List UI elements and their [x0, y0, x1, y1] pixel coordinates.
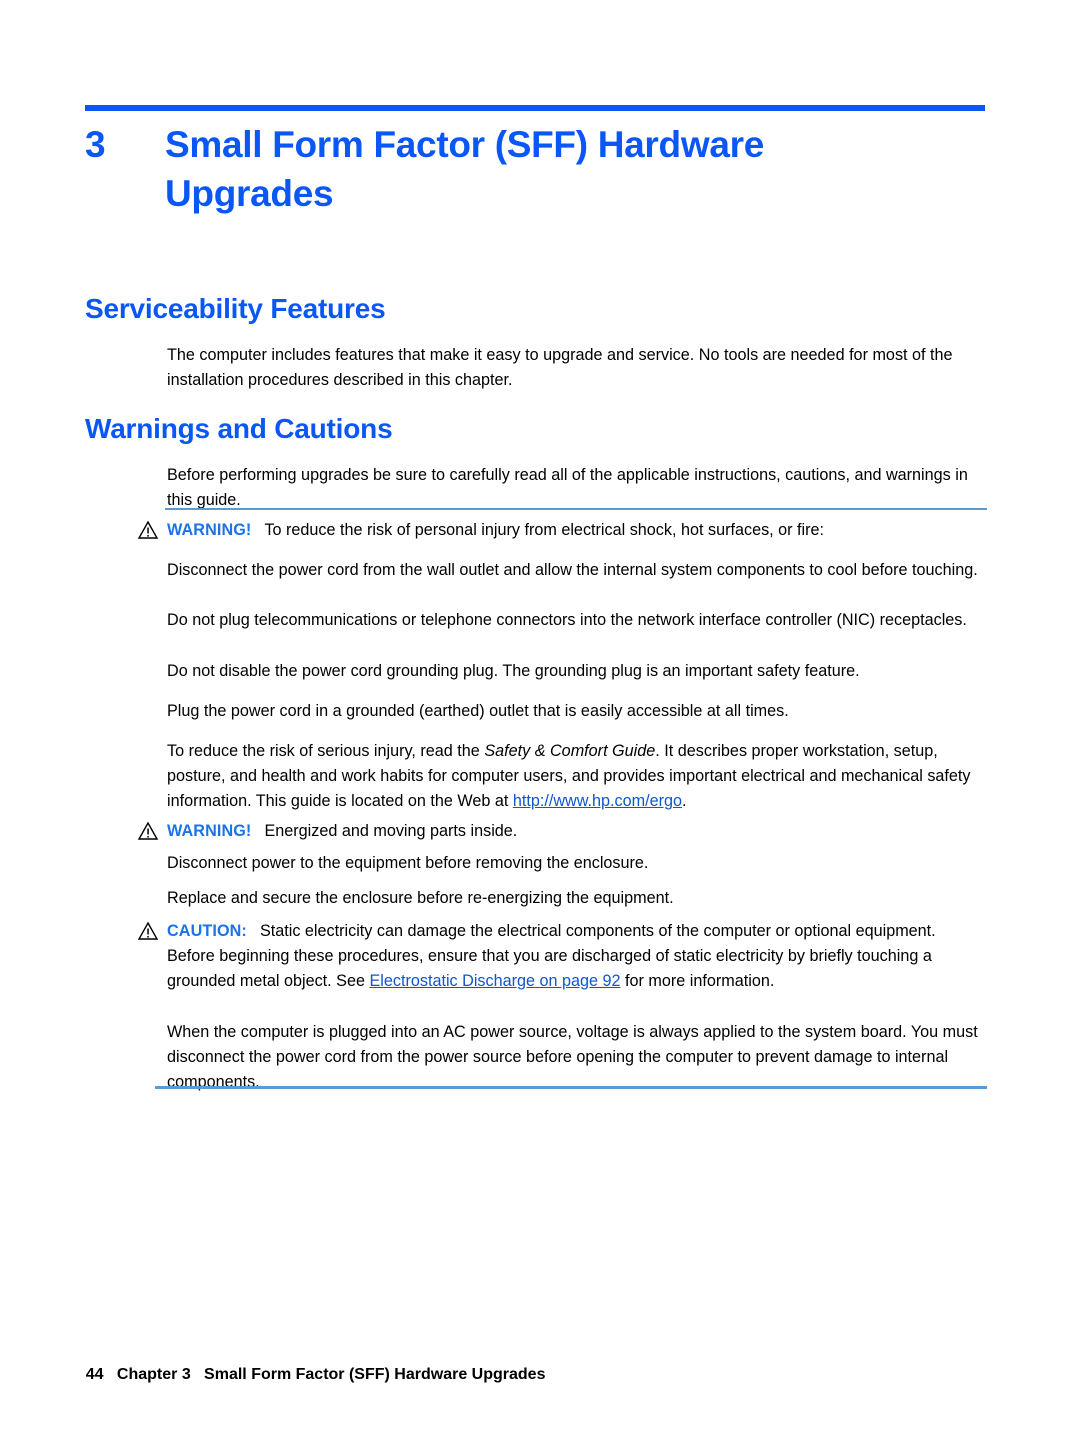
warning-2-lead: Energized and moving parts inside. — [264, 822, 518, 840]
warning-2-paragraph-1: Disconnect power to the equipment before… — [167, 854, 649, 872]
electrostatic-discharge-link[interactable]: Electrostatic Discharge on page 92 — [369, 972, 620, 990]
warning-2-label: WARNING! — [167, 822, 252, 840]
hp-ergo-link[interactable]: http://www.hp.com/ergo — [513, 792, 682, 810]
chapter-title: Small Form Factor (SFF) Hardware Upgrade… — [165, 124, 764, 214]
footer-chapter-text: Chapter 3 Small Form Factor (SFF) Hardwa… — [116, 1366, 546, 1383]
safety-guide-text-before: To reduce the risk of serious injury, re… — [167, 742, 485, 760]
warning-1-paragraph-3: Do not disable the power cord grounding … — [167, 662, 860, 680]
safety-comfort-guide-paragraph: To reduce the risk of serious injury, re… — [167, 739, 987, 814]
section-heading-serviceability: Serviceability Features — [85, 293, 386, 324]
chapter-heading: 3 Small Form Factor (SFF) Hardware Upgrad… — [85, 120, 995, 218]
chapter-number: 3 — [85, 124, 106, 165]
section-heading-warnings-and-cautions: Warnings and Cautions — [85, 413, 393, 444]
caution-triangle-icon — [137, 921, 159, 941]
warning-triangle-icon — [137, 520, 159, 540]
document-page: 3 Small Form Factor (SFF) Hardware Upgrad… — [0, 0, 1080, 1437]
chapter-divider-rule — [85, 105, 985, 111]
warnings-intro-paragraph: Before performing upgrades be sure to ca… — [167, 466, 968, 509]
caution-lead-after-link: for more information. — [620, 972, 775, 990]
warning-2-paragraph-2: Replace and secure the enclosure before … — [167, 889, 674, 907]
admonition-box-top-rule — [165, 508, 987, 510]
warning-1-label: WARNING! — [167, 521, 252, 539]
caution-text: CAUTION: Static electricity can damage th… — [167, 919, 987, 994]
warning-1-paragraph-4: Plug the power cord in a grounded (earth… — [167, 702, 789, 720]
warning-1-paragraph-1: Disconnect the power cord from the wall … — [167, 561, 978, 579]
footer-page-number: 44 — [85, 1366, 104, 1383]
caution-label: CAUTION: — [167, 922, 247, 940]
caution-closing-paragraph: When the computer is plugged into an AC … — [167, 1023, 978, 1091]
warning-1-lead: To reduce the risk of personal injury fr… — [264, 521, 825, 539]
page-footer: 44 Chapter 3 Small Form Factor (SFF) Har… — [68, 1348, 546, 1402]
serviceability-paragraph: The computer includes features that make… — [167, 346, 953, 389]
warning-triangle-icon — [137, 821, 159, 841]
warning-1-text: WARNING! To reduce the risk of personal i… — [167, 518, 987, 543]
safety-guide-title: Safety & Comfort Guide — [484, 742, 656, 760]
warning-1-paragraph-2: Do not plug telecommunications or teleph… — [167, 611, 967, 629]
safety-guide-tail: . — [682, 792, 687, 810]
warning-2-text: WARNING! Energized and moving parts insid… — [167, 819, 987, 844]
admonition-box-bottom-rule — [155, 1086, 987, 1089]
